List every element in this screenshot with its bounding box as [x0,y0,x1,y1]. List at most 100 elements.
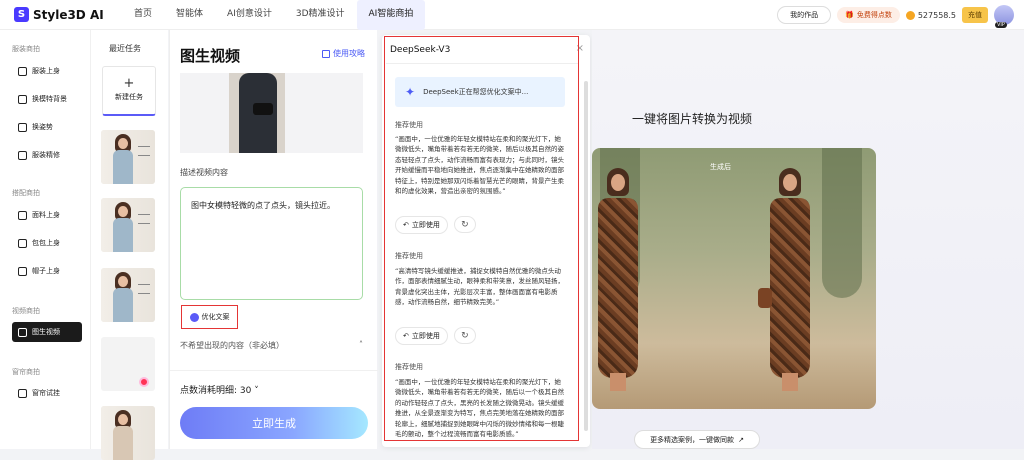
showcase-title: 一键将图片转换为视频 [632,112,753,126]
sidebar-item-label: 换姿势 [32,123,53,131]
task-thumbnail[interactable] [101,406,155,460]
recent-tasks-panel: 最近任务 + 新建任务 [90,30,168,460]
points-cost-label: 点数消耗明细: 30 [180,386,252,396]
image-to-video-form: 图生视频 使用攻略 描述视频内容 图中女模特轻微的点了点头，镜头拉近。 优化文案… [169,30,378,449]
use-now-button[interactable]: ↶ 立即使用 [395,216,448,234]
sidebar-item-label: 窗帘试挂 [32,389,60,397]
description-textarea[interactable]: 图中女模特轻微的点了点头，镜头拉近。 [180,187,363,300]
sidebar-item-image-to-video[interactable]: 图生视频 [12,322,82,342]
recommendation-text: “画面中，一位优雅的年轻女模特站在柔和的聚光灯下，她微微低头，嘴角带着若有若无的… [395,378,564,439]
more-examples-button[interactable]: 更多精选案例，一键做同款 ↗ [634,430,760,449]
sidebar-item-hat[interactable]: 帽子上身 [12,261,82,281]
deepseek-popover: DeepSeek-V3 × ✦ DeepSeek正在帮您优化文案中... 推荐使… [382,35,590,447]
background-icon [18,94,27,104]
pose-icon [18,122,27,132]
section-title-accessories: 搭配商拍 [12,189,40,197]
divider [386,63,579,64]
sidebar-item-label: 包包上身 [32,239,60,247]
showcase-area: 一键将图片转换为视频 生成后 更多精选案例，一键做同款 ↗ [592,30,1024,449]
my-works-button[interactable]: 我的作品 [777,6,832,24]
usage-guide-link[interactable]: 使用攻略 [322,48,365,59]
fabric-icon [18,210,27,220]
sidebar-item-label: 面料上身 [32,211,60,219]
optimize-copy-label: 优化文案 [201,313,230,321]
sidebar-item-fabric[interactable]: 面料上身 [12,205,82,225]
sidebar-item-label: 图生视频 [32,328,60,336]
regenerate-icon[interactable]: ↻ [453,327,476,344]
sidebar-item-apparel-on-model[interactable]: 服装上身 [12,61,82,81]
nav-ai-photoshoot[interactable]: AI智能商拍 [356,0,426,30]
uploaded-image-preview[interactable] [180,73,363,153]
recommendation-actions: ↶ 立即使用 ↻ [395,327,476,345]
page-title: 图生视频 [180,47,241,65]
nav-3d-design[interactable]: 3D精准设计 [284,0,357,30]
section-title-curtain: 窗帘商拍 [12,368,40,376]
popover-title: DeepSeek-V3 [390,45,451,55]
close-icon[interactable]: × [576,43,584,54]
recommendation-text: “高清特写镜头缓缓推进，捕捉女模特自然优雅的微点头动作，面部表情细腻生动，眼神柔… [395,267,564,307]
task-thumbnail[interactable] [101,198,155,252]
recommend-label: 推荐使用 [395,363,423,371]
top-bar: S Style3D AI 首页 智能体 AI创意设计 3D精准设计 AI智能商拍… [0,0,1024,30]
sidebar-item-change-background[interactable]: 换模特背景 [12,89,82,109]
sidebar-item-curtain[interactable]: 窗帘试挂 [12,383,82,403]
new-task-label: 新建任务 [115,93,143,101]
negative-prompt-toggle[interactable]: 不希望出现的内容（非必填） ˄ [180,340,363,351]
recommend-label: 推荐使用 [395,252,423,260]
topup-button[interactable]: 充值 [962,7,988,23]
reply-icon: ↶ [403,332,409,340]
sidebar-item-label: 服装上身 [32,67,60,75]
arrow-up-right-icon: ↗ [738,435,744,444]
plus-icon: + [123,76,135,91]
free-points-label: 免费得点数 [856,11,892,19]
use-now-label: 立即使用 [411,332,440,340]
section-title-video: 视频商拍 [12,307,40,315]
hat-icon [18,266,27,276]
user-avatar[interactable]: VIP [994,5,1014,28]
recent-tasks-title: 最近任务 [109,44,141,53]
balance-value: 527558.5 [917,10,956,20]
chevron-up-icon: ˄ [359,340,363,349]
points-balance: 527558.5 [905,10,956,20]
logo-icon: S [14,7,29,22]
sidebar-item-label: 帽子上身 [32,267,60,275]
free-points-button[interactable]: 🎁 免费得点数 [837,7,900,23]
sidebar-item-label: 服装精修 [32,151,60,159]
task-thumbnail[interactable] [101,268,155,322]
regenerate-icon[interactable]: ↻ [453,216,476,233]
scrollbar[interactable] [584,81,588,431]
shirt-icon [18,66,27,76]
magic-icon [189,312,199,322]
optimize-copy-button[interactable]: 优化文案 [181,305,238,329]
showcase-example[interactable]: 生成后 [592,148,876,409]
sidebar-item-change-pose[interactable]: 换姿势 [12,117,82,137]
thinking-text: DeepSeek正在帮您优化文案中... [423,88,529,96]
model-before [592,168,646,393]
sidebar-item-apparel-retouch[interactable]: 服装精修 [12,145,82,165]
use-now-button[interactable]: ↶ 立即使用 [395,327,448,345]
logo-text: Style3D AI [33,7,104,22]
points-cost-detail[interactable]: 点数消耗明细: 30 ˅ [180,383,259,396]
thinking-status: ✦ DeepSeek正在帮您优化文案中... [395,77,565,107]
tree-shape [822,148,862,298]
logo[interactable]: S Style3D AI [14,7,104,22]
task-thumbnail[interactable] [101,130,155,184]
recommend-label: 推荐使用 [395,121,423,129]
bag-icon [18,238,27,248]
nav-agent[interactable]: 智能体 [164,0,215,30]
retouch-icon [18,150,27,160]
nav-home[interactable]: 首页 [122,0,164,30]
sidebar-item-label: 换模特背景 [32,95,67,103]
main-nav: 首页 智能体 AI创意设计 3D精准设计 AI智能商拍 [122,0,426,30]
description-label: 描述视频内容 [180,168,228,177]
negative-prompt-label: 不希望出现的内容（非必填） [180,341,284,350]
recommendation-text: “画面中，一位优雅的年轻女模特站在柔和的聚光灯下，她微微低头，嘴角带着若有若无的… [395,135,564,196]
sidebar-item-bag[interactable]: 包包上身 [12,233,82,253]
vip-badge: VIP [995,22,1007,28]
generate-button[interactable]: 立即生成 [180,407,368,439]
video-icon [18,327,27,337]
top-right-actions: 我的作品 🎁 免费得点数 527558.5 充值 VIP [777,5,1014,28]
nav-ai-creative-design[interactable]: AI创意设计 [215,0,284,30]
curtain-icon [18,388,27,398]
new-task-button[interactable]: + 新建任务 [102,66,156,116]
